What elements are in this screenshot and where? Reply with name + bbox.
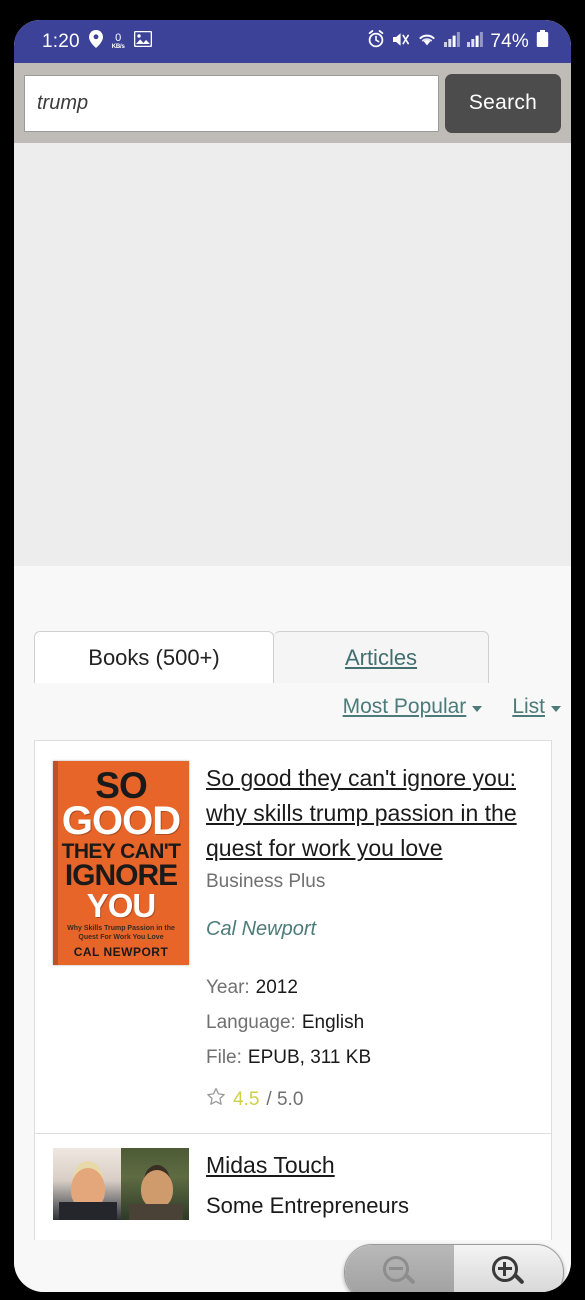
book-cover-image: SO GOOD THEY CAN'T IGNORE YOU Why Skills… [53,761,189,965]
cover-line-2: GOOD [61,799,181,843]
book-title-link[interactable]: So good they can't ignore you: why skill… [206,761,541,867]
book-year-row: Year: 2012 [206,977,541,999]
zoom-in-button[interactable] [454,1245,563,1292]
rating-score: 4.5 [233,1088,260,1110]
book-file-value: EPUB, 311 KB [247,1046,372,1068]
portrait-body [59,1201,117,1220]
sort-order-dropdown[interactable]: Most Popular [343,695,483,719]
sort-order-label: Most Popular [342,695,467,718]
location-pin-icon [88,30,103,53]
results-list: SO GOOD THEY CAN'T IGNORE YOU Why Skills… [34,740,552,1240]
book-info: So good they can't ignore you: why skill… [206,761,551,1113]
book-publisher: Some Entrepreneurs [206,1192,409,1218]
page-content: Books (500+) Articles Most Popular List [14,143,571,1292]
status-bar: 1:20 0 KB/s 74% [14,20,571,63]
portrait-body [129,1203,183,1220]
book-result-item[interactable]: Midas Touch Some Entrepreneurs [34,1132,552,1240]
chevron-down-icon [472,705,483,712]
book-language-value: English [301,1011,365,1033]
cover-subtitle: Why Skills Trump Passion in the Quest Fo… [67,925,175,941]
cover-line-5: YOU [86,887,157,924]
battery-percent: 74% [490,30,529,52]
tab-books[interactable]: Books (500+) [34,631,274,683]
signal-icon-2 [467,31,484,52]
view-mode-label: List [512,695,545,718]
alarm-icon [367,30,385,53]
battery-icon [536,30,549,53]
mute-icon [392,31,410,53]
book-info: Midas Touch Some Entrepreneurs [206,1148,551,1220]
status-bar-right: 74% [367,20,549,63]
star-icon [206,1087,226,1113]
search-bar: Search [14,63,571,143]
sort-controls: Most Popular List [343,695,561,719]
book-result-item[interactable]: SO GOOD THEY CAN'T IGNORE YOU Why Skills… [34,740,552,1133]
cover-author: CAL NEWPORT [73,945,169,959]
network-speed-unit: KB/s [111,43,125,50]
book-cover-image [53,1147,189,1220]
book-cover[interactable]: SO GOOD THEY CAN'T IGNORE YOU Why Skills… [53,761,189,1113]
book-author[interactable]: Cal Newport [206,918,541,941]
book-year-value: 2012 [255,976,298,998]
book-file-label: File: [206,1046,242,1068]
status-bar-left: 1:20 0 KB/s [42,20,152,63]
chevron-down-icon [551,705,561,712]
book-publisher: Business Plus [206,870,326,892]
view-mode-dropdown[interactable]: List [512,695,561,719]
search-input[interactable] [24,74,439,132]
book-language-row: Language: English [206,1012,541,1034]
phone-screen: 1:20 0 KB/s 74% trump Search Books (500+… [14,20,571,1292]
ad-placeholder-area [14,143,571,566]
portrait-face [141,1169,173,1208]
zoom-out-icon [382,1255,417,1290]
book-cover[interactable] [53,1147,189,1220]
device-frame: 1:20 0 KB/s 74% trump Search Books (500+… [0,0,585,1300]
zoom-out-button[interactable] [345,1245,454,1292]
result-tabs: Books (500+) Articles [34,631,489,683]
book-file-row: File: EPUB, 311 KB [206,1047,541,1069]
search-button[interactable]: Search [445,73,561,133]
book-title-link[interactable]: Midas Touch [206,1148,541,1183]
book-language-label: Language: [206,1011,296,1033]
status-time: 1:20 [42,30,80,52]
network-speed-value: 0 [115,31,122,44]
book-metadata: Year: 2012 Language: English File: EPUB, 31… [206,977,541,1113]
signal-icon [444,31,461,52]
cover-portrait-left [53,1147,121,1220]
book-year-label: Year: [206,976,250,998]
book-rating: 4.5 / 5.0 [206,1087,541,1113]
gallery-icon [133,30,152,52]
rating-outof: / 5.0 [266,1088,304,1110]
zoom-control[interactable] [344,1244,564,1292]
zoom-in-icon [491,1255,526,1290]
network-speed-indicator: 0 KB/s [111,31,125,50]
tab-articles[interactable]: Articles [274,631,489,683]
cover-portrait-right [121,1147,189,1220]
wifi-icon [417,31,437,52]
